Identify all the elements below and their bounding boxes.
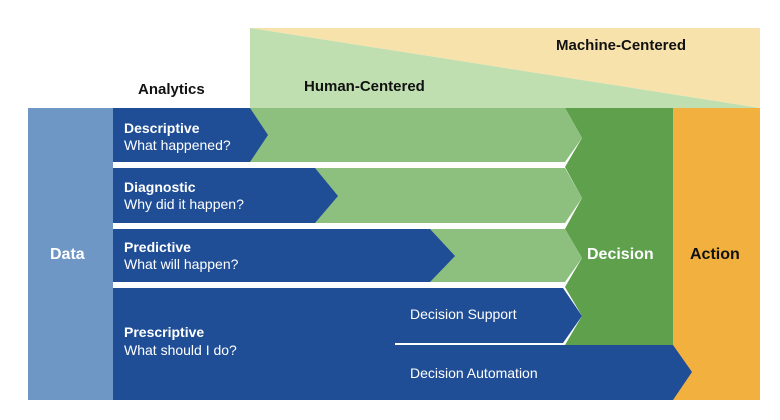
prescriptive-question: What should I do? bbox=[124, 342, 237, 358]
descriptive-title: Descriptive bbox=[124, 120, 200, 136]
diagnostic-question: Why did it happen? bbox=[124, 196, 244, 212]
decision-block bbox=[565, 108, 673, 345]
decision-support-label: Decision Support bbox=[410, 306, 517, 322]
descriptive-green-band bbox=[250, 108, 582, 162]
data-label: Data bbox=[50, 246, 85, 263]
decision-automation-label: Decision Automation bbox=[410, 365, 538, 381]
diagnostic-title: Diagnostic bbox=[124, 179, 196, 195]
predictive-question: What will happen? bbox=[124, 256, 239, 272]
prescriptive-title: Prescriptive bbox=[124, 324, 205, 340]
diagnostic-green-band bbox=[315, 168, 582, 223]
analytics-label: Analytics bbox=[138, 81, 205, 98]
diagram-canvas bbox=[28, 28, 760, 400]
machine-centered-label: Machine-Centered bbox=[556, 37, 687, 54]
action-label: Action bbox=[690, 246, 740, 263]
descriptive-question: What happened? bbox=[124, 137, 231, 153]
predictive-title: Predictive bbox=[124, 239, 191, 255]
analytics-maturity-diagram: Machine-Centered Human-Centered Analytic… bbox=[0, 0, 780, 420]
decision-label: Decision bbox=[587, 246, 654, 263]
human-centered-label: Human-Centered bbox=[304, 78, 425, 95]
